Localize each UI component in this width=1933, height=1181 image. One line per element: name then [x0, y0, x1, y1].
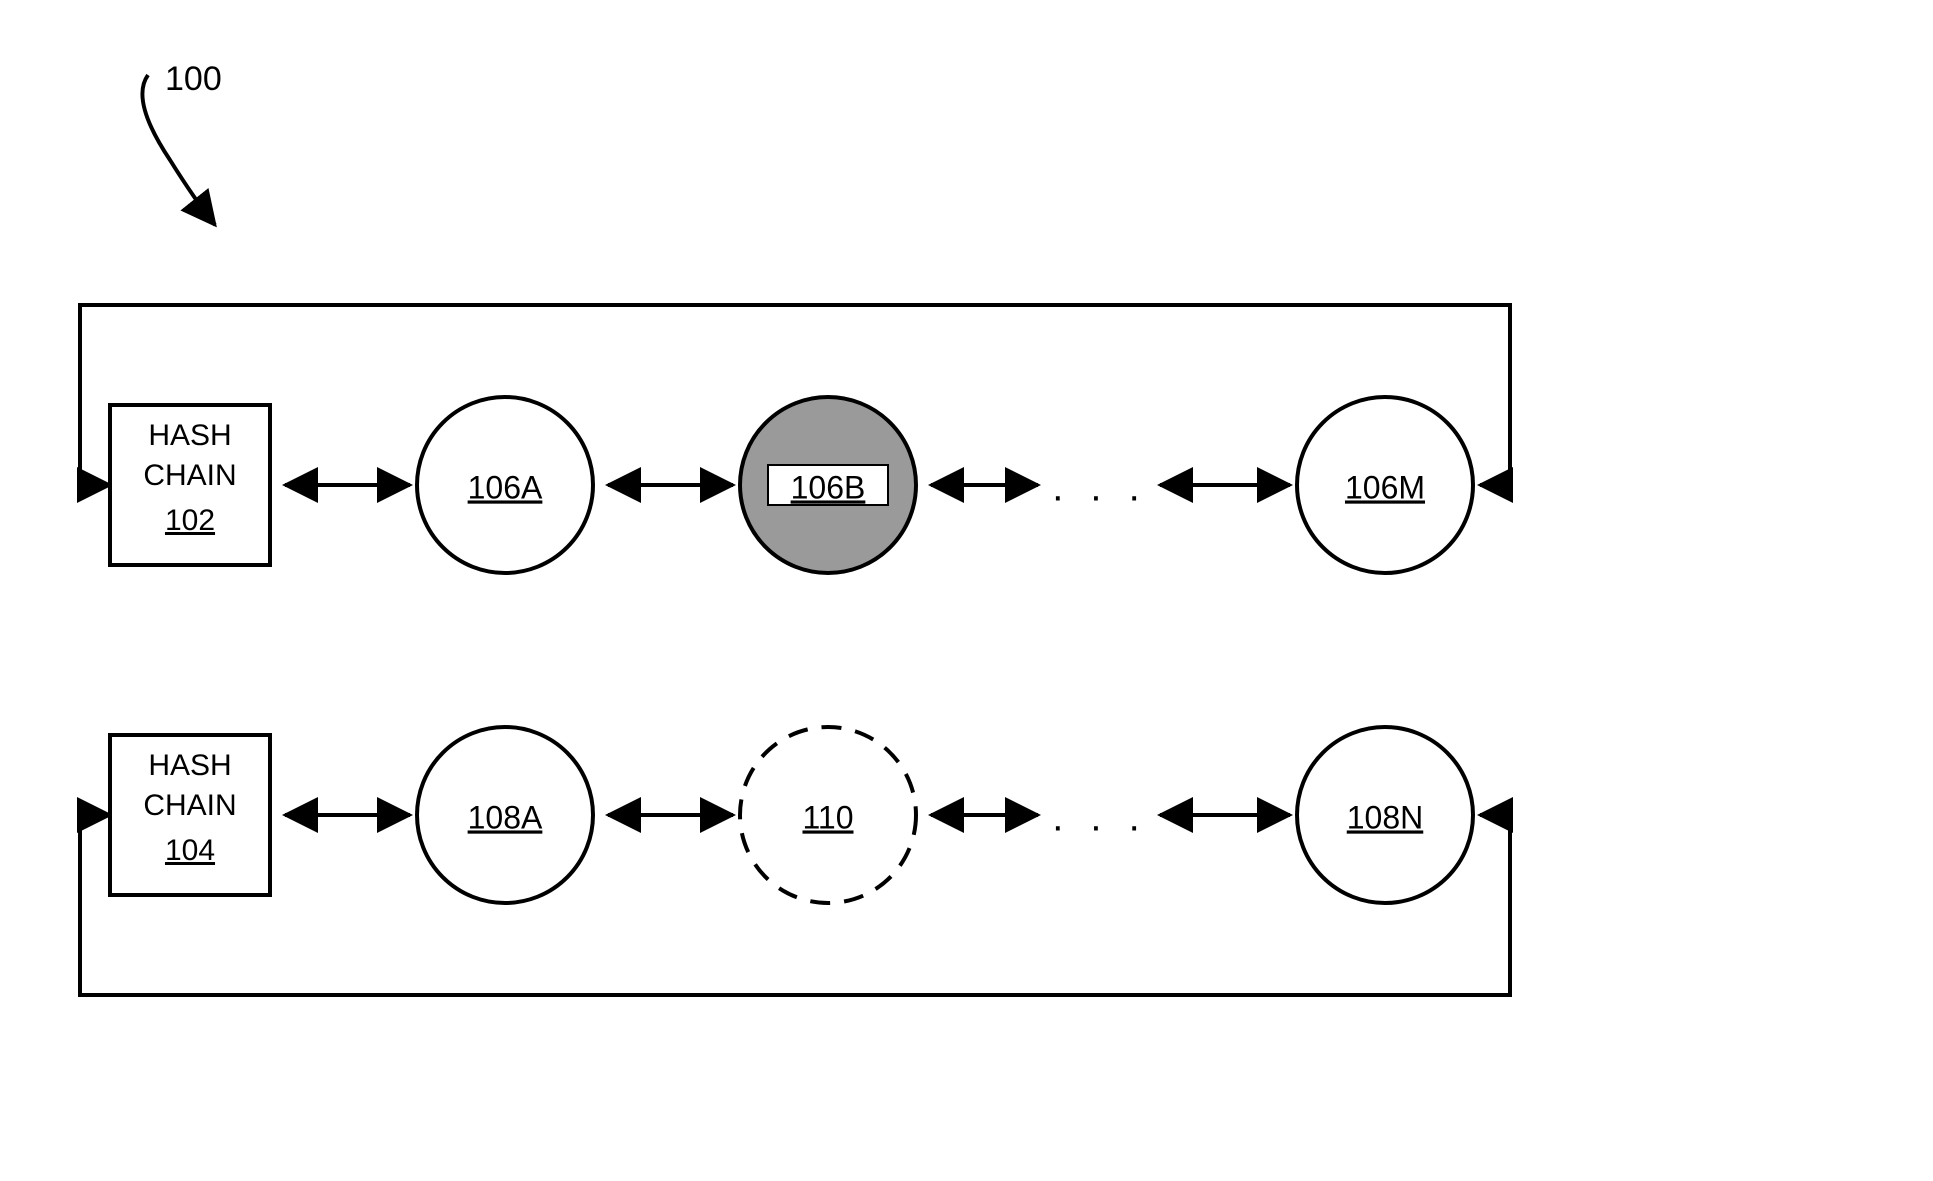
row2-box-line2: CHAIN — [143, 789, 236, 822]
row2-ellipsis: . . . — [1052, 796, 1148, 840]
row2-box-line1: HASH — [148, 749, 231, 782]
row1-box-ref: 102 — [165, 504, 215, 537]
row1-ellipsis: . . . — [1052, 466, 1148, 510]
row1-node-0-label: 106A — [468, 469, 543, 505]
row2-node-1-label: 110 — [802, 799, 853, 835]
row2-node-2-label: 108N — [1347, 799, 1424, 835]
figure-ref: 100 — [165, 60, 222, 98]
row1-box-line1: HASH — [148, 419, 231, 452]
row1-box-line2: CHAIN — [143, 459, 236, 492]
row1-node-1-label: 106B — [791, 469, 866, 505]
row1-node-2-label: 106M — [1345, 469, 1425, 505]
row2-box-ref: 104 — [165, 834, 215, 867]
row2-node-0-label: 108A — [468, 799, 543, 835]
